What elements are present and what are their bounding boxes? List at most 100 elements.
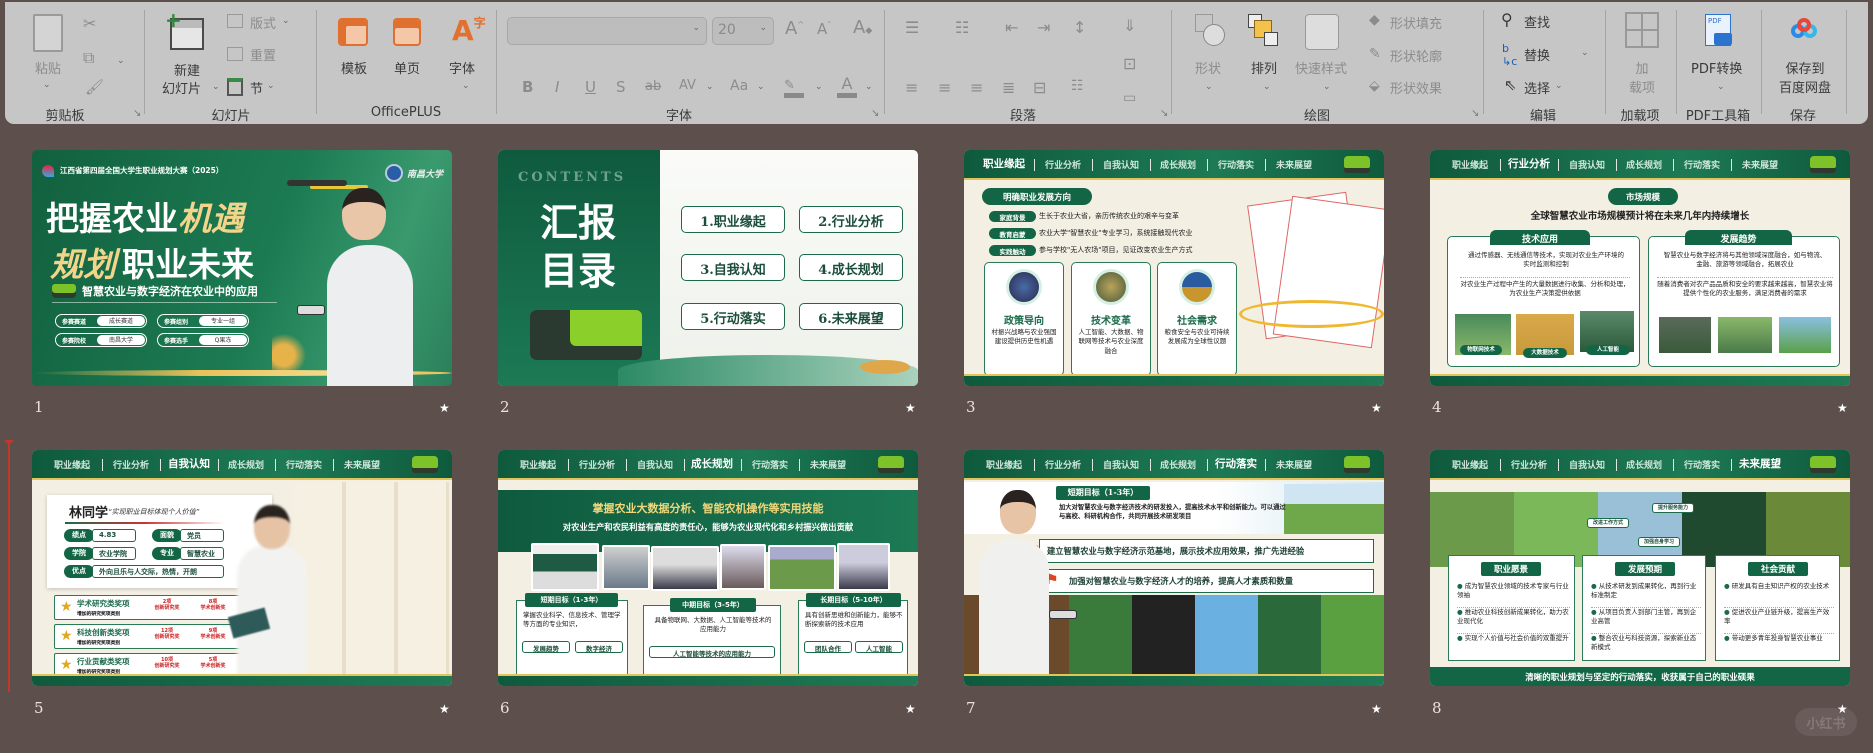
numbering-icon[interactable]: ☷ [955, 18, 969, 37]
nav-tab[interactable]: 行业分析 [1045, 158, 1081, 171]
nav-tab[interactable]: 自我认知 [637, 458, 673, 471]
paste-button[interactable]: 粘贴 [35, 58, 61, 77]
nav-tab[interactable]: 行动落实 [1684, 458, 1720, 471]
layout-icon[interactable] [227, 14, 243, 28]
shape-outline-icon[interactable]: ✎ [1369, 46, 1381, 62]
copy-icon[interactable]: ⧉ [83, 48, 94, 68]
nav-tab[interactable]: 成长规划 [1626, 158, 1662, 171]
baidu-netdisk-icon[interactable] [1791, 18, 1819, 40]
nav-tab[interactable]: 自我认知 [1103, 158, 1139, 171]
nav-tab[interactable]: 未来展望 [1276, 158, 1312, 171]
grow-font-button[interactable]: A^ [785, 18, 804, 39]
find-button[interactable]: 查找 [1524, 12, 1550, 31]
toc-item-2[interactable]: 2.行业分析 [799, 206, 903, 233]
slide-thumbnail-2[interactable]: CONTENTS 汇报 目录 1.职业缘起 2.行业分析 3.自我认知 4.成长… [498, 150, 918, 386]
nav-tab[interactable]: 职业缘起 [54, 458, 90, 471]
nav-tab[interactable]: 成长规划 [228, 458, 264, 471]
replace-chevron[interactable]: ⌄ [1581, 48, 1589, 58]
toc-item-3[interactable]: 3.自我认知 [681, 254, 785, 281]
shape-fill-icon[interactable]: ◆ [1369, 12, 1380, 28]
paste-icon[interactable] [33, 14, 63, 52]
single-page-icon[interactable] [393, 18, 421, 46]
align-right-icon[interactable]: ≡ [970, 78, 983, 97]
paste-chevron[interactable]: ⌄ [43, 80, 51, 90]
shapes-chevron[interactable]: ⌄ [1205, 82, 1213, 92]
shape-effects-icon[interactable]: ⬙ [1369, 78, 1380, 94]
highlight-chevron[interactable]: ⌄ [815, 82, 823, 92]
pdf-convert-icon[interactable]: PDF [1705, 14, 1732, 46]
distributed-icon[interactable]: ⊟ [1033, 78, 1046, 97]
shadow-button[interactable]: S [616, 78, 626, 96]
nav-tab[interactable]: 自我认知 [1103, 458, 1139, 471]
font-plus-chevron[interactable]: ⌄ [462, 81, 470, 91]
nav-tab[interactable]: 成长规划 [1160, 458, 1196, 471]
nav-tab[interactable]: 行动落实 [286, 458, 322, 471]
italic-button[interactable]: I [555, 78, 559, 96]
new-slide-chevron[interactable]: ⌄ [212, 82, 220, 92]
drawing-dialog-launcher[interactable]: ↘ [1471, 108, 1479, 119]
font-color-chevron[interactable]: ⌄ [865, 82, 873, 92]
nav-tab[interactable]: 行业分析 [1508, 156, 1550, 171]
quick-styles-button[interactable]: 快速样式 [1295, 58, 1347, 77]
nav-tab[interactable]: 职业缘起 [986, 458, 1022, 471]
nav-tab[interactable]: 行业分析 [579, 458, 615, 471]
bold-button[interactable]: B [522, 78, 533, 96]
font-size-combo[interactable]: 20 ⌄ [712, 17, 774, 45]
font-dialog-launcher[interactable]: ↘ [871, 108, 879, 119]
nav-tab[interactable]: 行动落实 [752, 458, 788, 471]
slide-thumbnail-3[interactable]: 职业缘起 行业分析 自我认知 成长规划 行动落实 未来展望 明确职业发展方向 家庭背景 生… [964, 150, 1384, 386]
copy-chevron[interactable]: ⌄ [117, 56, 125, 66]
shape-outline-button[interactable]: 形状轮廓 [1390, 46, 1442, 65]
columns-icon[interactable]: ☷ [1071, 78, 1084, 94]
clipboard-dialog-launcher[interactable]: ↘ [133, 108, 141, 119]
nav-tab[interactable]: 成长规划 [1626, 458, 1662, 471]
new-slide-label[interactable]: 幻灯片 [162, 78, 201, 97]
underline-button[interactable]: U [585, 78, 596, 96]
shape-effects-button[interactable]: 形状效果 [1390, 78, 1442, 97]
arrange-button[interactable]: 排列 [1251, 58, 1277, 77]
font-name-combo[interactable]: ⌄ [507, 17, 707, 45]
slide-thumbnail-5[interactable]: 职业缘起 行业分析 自我认知 成长规划 行动落实 未来展望 林同学 “实现职业目标体现个人… [32, 450, 452, 686]
quick-styles-chevron[interactable]: ⌄ [1323, 82, 1331, 92]
char-spacing-button[interactable]: AV [679, 78, 696, 93]
change-case-chevron[interactable]: ⌄ [757, 82, 765, 92]
nav-tab[interactable]: 行动落实 [1684, 158, 1720, 171]
line-spacing-icon[interactable]: ↕ [1073, 18, 1086, 37]
align-text-icon[interactable]: ⊡ [1123, 54, 1136, 73]
nav-tab[interactable]: 成长规划 [1160, 158, 1196, 171]
template-icon[interactable] [338, 18, 368, 46]
nav-tab[interactable]: 职业缘起 [520, 458, 556, 471]
font-plus-button[interactable]: 字体 [449, 58, 475, 77]
change-case-button[interactable]: Aa [730, 78, 748, 94]
nav-tab[interactable]: 未来展望 [1742, 158, 1778, 171]
nav-tab[interactable]: 职业缘起 [1452, 158, 1488, 171]
char-spacing-chevron[interactable]: ⌄ [706, 82, 714, 92]
text-direction-icon[interactable]: ⇓ [1123, 16, 1136, 35]
nav-tab[interactable]: 未来展望 [1739, 456, 1781, 471]
align-center-icon[interactable]: ≡ [938, 78, 951, 97]
select-icon[interactable]: ⇖ [1504, 76, 1517, 94]
layout-button[interactable]: 版式 [250, 13, 276, 32]
shape-fill-button[interactable]: 形状填充 [1390, 13, 1442, 32]
slide-thumbnail-8[interactable]: 职业缘起 行业分析 自我认知 成长规划 行动落实 未来展望 提升服务能力 改进工作方式 加… [1430, 450, 1850, 686]
arrange-icon[interactable] [1248, 14, 1282, 50]
section-button[interactable]: 节 [250, 78, 263, 97]
nav-tab[interactable]: 行业分析 [113, 458, 149, 471]
reset-button[interactable]: 重置 [250, 45, 276, 64]
shrink-font-button[interactable]: Aˇ [817, 20, 831, 38]
paragraph-dialog-launcher[interactable]: ↘ [1160, 108, 1168, 119]
quick-styles-icon[interactable] [1305, 14, 1339, 50]
highlight-icon[interactable]: ✎ [784, 78, 804, 98]
select-button[interactable]: 选择 [1524, 78, 1550, 97]
nav-tab[interactable]: 未来展望 [344, 458, 380, 471]
template-button[interactable]: 模板 [341, 58, 367, 77]
shapes-button[interactable]: 形状 [1195, 58, 1221, 77]
nav-tab[interactable]: 成长规划 [691, 456, 733, 471]
addins-icon[interactable] [1625, 12, 1659, 48]
section-icon[interactable] [227, 78, 243, 96]
save-to-baidu-button[interactable]: 保存到 百度网盘 [1773, 58, 1837, 96]
font-color-button[interactable]: A [837, 74, 857, 98]
select-chevron[interactable]: ⌄ [1555, 81, 1563, 91]
nav-tab[interactable]: 未来展望 [1276, 458, 1312, 471]
toc-item-5[interactable]: 5.行动落实 [681, 303, 785, 330]
